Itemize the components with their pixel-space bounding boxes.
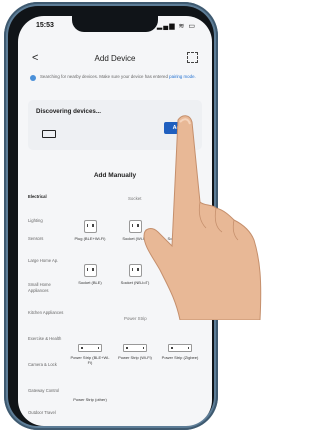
device-power-strip-zigbee[interactable]: Power Strip (Zigbee) <box>160 344 200 360</box>
sidebar-item-kitchen-appliances[interactable]: Kitchen Appliances <box>28 310 64 316</box>
device-name: Power Strip (BLE+Wi-Fi) <box>70 355 110 365</box>
sidebar-item-gateway-control[interactable]: Gateway Control <box>28 388 64 394</box>
power-strip-icon <box>123 344 147 352</box>
sidebar-item-camera-lock[interactable]: Camera & Lock <box>28 362 64 368</box>
status-bar: 15:53 ▂▄▆ ≋ ▭ <box>18 22 212 36</box>
bluetooth-icon <box>30 75 36 81</box>
sidebar-item-electrical[interactable]: Electrical <box>28 194 64 200</box>
pairing-mode-link[interactable]: pairing mode. <box>169 74 196 79</box>
sidebar-item-sensors[interactable]: Sensors <box>28 236 64 242</box>
page-title: Add Device <box>94 54 136 63</box>
device-name: Socket (BLE) <box>78 280 102 285</box>
sidebar-item-exercise-health[interactable]: Exercise & Health <box>28 336 64 342</box>
status-icons: ▂▄▆ ≋ ▭ <box>156 23 196 30</box>
pointing-hand-illustration <box>143 115 262 320</box>
device-plug-ble-wifi[interactable]: Plug (BLE+Wi-Fi) <box>70 220 110 241</box>
sidebar-item-large-home-appliances[interactable]: Large Home Ap. <box>28 258 64 264</box>
device-name: Power Strip (Wi-Fi) <box>118 355 152 360</box>
scan-icon[interactable] <box>187 52 198 63</box>
sidebar-item-lighting[interactable]: Lighting <box>28 218 64 224</box>
power-strip-icon <box>78 344 102 352</box>
power-strip-icon <box>168 344 192 352</box>
found-device-icon <box>42 130 56 138</box>
sidebar-item-small-home-appliances[interactable]: Small Home Appliances <box>28 282 64 293</box>
status-time: 15:53 <box>36 22 54 29</box>
socket-icon <box>83 264 97 277</box>
discovery-label: Discovering devices... <box>36 108 101 115</box>
sidebar-item-outdoor-travel[interactable]: Outdoor Travel <box>28 410 64 416</box>
notice-text: Searching for nearby devices. Make sure … <box>40 74 168 79</box>
search-notice: Searching for nearby devices. Make sure … <box>30 74 200 81</box>
app-header: < Add Device <box>18 48 212 70</box>
device-name: Plug (BLE+Wi-Fi) <box>74 236 106 241</box>
device-power-strip-wifi[interactable]: Power Strip (Wi-Fi) <box>115 344 155 360</box>
device-name: Power Strip (Zigbee) <box>161 355 199 360</box>
device-socket-ble[interactable]: Socket (BLE) <box>70 264 110 285</box>
plug-icon <box>83 220 97 233</box>
device-power-strip-ble-wifi[interactable]: Power Strip (BLE+Wi-Fi) <box>70 344 110 365</box>
device-name: Power Strip (other) <box>73 397 107 402</box>
device-power-strip-other[interactable]: Power Strip (other) <box>70 394 110 402</box>
